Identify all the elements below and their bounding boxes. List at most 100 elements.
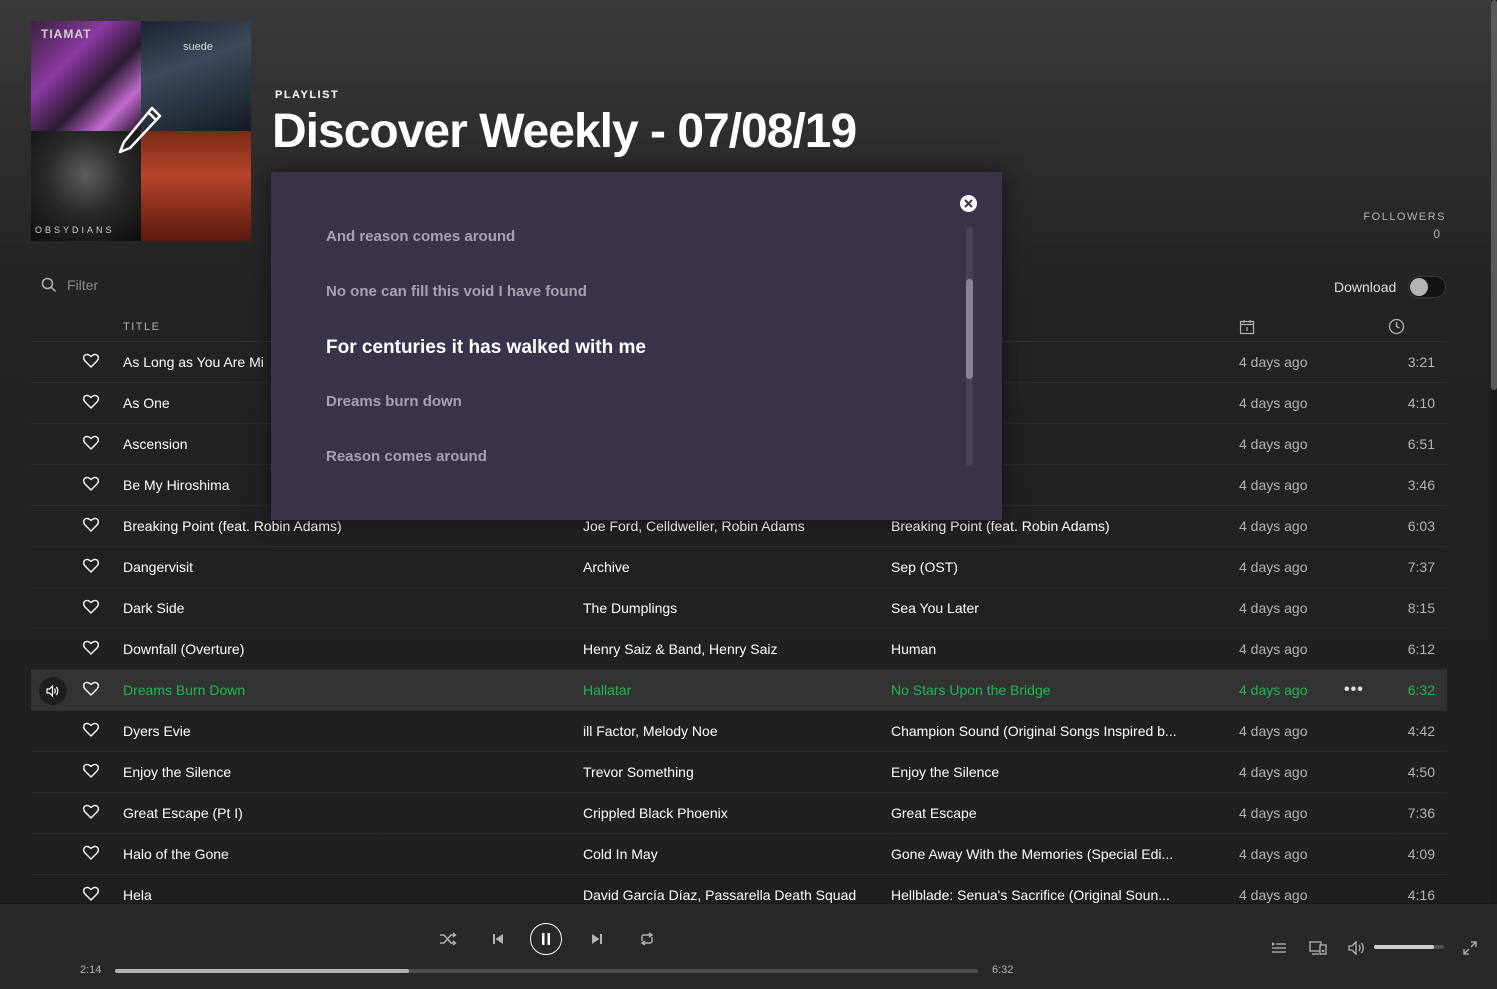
table-row[interactable]: Dyers Evie ill Factor, Melody Noe Champion… <box>31 711 1447 752</box>
lyrics-scrollbar[interactable] <box>966 227 973 466</box>
repeat-button[interactable] <box>636 928 658 950</box>
track-album[interactable]: Sep (OST) <box>891 547 1191 587</box>
more-options-button[interactable]: ••• <box>1344 670 1364 710</box>
close-lyrics-button[interactable] <box>960 195 977 212</box>
table-row[interactable]: Enjoy the Silence Trevor Something Enjoy t… <box>31 752 1447 793</box>
devices-button[interactable] <box>1307 938 1329 958</box>
track-album[interactable]: Gone Away With the Memories (Special Edi… <box>891 834 1191 874</box>
heart-icon[interactable] <box>82 722 100 740</box>
heart-icon[interactable] <box>82 763 100 781</box>
next-icon <box>592 934 602 944</box>
track-album[interactable]: Great Escape <box>891 793 1191 833</box>
track-title[interactable]: Hela <box>123 875 563 903</box>
heart-icon[interactable] <box>82 681 100 699</box>
cover-text-obsydians: OBSYDIANS <box>35 225 115 235</box>
table-row[interactable]: Hela David García Díaz, Passarella Death … <box>31 875 1447 903</box>
track-title[interactable]: Dyers Evie <box>123 711 563 751</box>
track-album[interactable]: Hellblade: Senua's Sacrifice (Original S… <box>891 875 1191 903</box>
track-title[interactable]: Dangervisit <box>123 547 563 587</box>
track-artist[interactable]: David García Díaz, Passarella Death Squa… <box>583 875 873 903</box>
table-row[interactable]: Dangervisit Archive Sep (OST) 4 days ago 7:3… <box>31 547 1447 588</box>
track-artist[interactable]: Archive <box>583 547 873 587</box>
table-row[interactable]: Dark Side The Dumplings Sea You Later 4 day… <box>31 588 1447 629</box>
column-title[interactable]: TITLE <box>123 321 160 333</box>
table-row[interactable]: Downfall (Overture) Henry Saiz & Band, He… <box>31 629 1447 670</box>
heart-icon[interactable] <box>82 435 100 453</box>
track-album[interactable]: No Stars Upon the Bridge <box>891 670 1191 710</box>
page-title: Discover Weekly - 07/08/19 <box>272 105 857 158</box>
clock-icon[interactable] <box>1388 318 1405 335</box>
track-artist[interactable]: Crippled Black Phoenix <box>583 793 873 833</box>
track-album[interactable]: Sea You Later <box>891 588 1191 628</box>
track-album[interactable]: Enjoy the Silence <box>891 752 1191 792</box>
track-duration: 3:21 <box>1407 354 1435 370</box>
repeat-icon <box>640 932 654 946</box>
elapsed-time: 2:14 <box>80 964 102 976</box>
heart-icon[interactable] <box>82 476 100 494</box>
previous-button[interactable] <box>487 928 509 950</box>
track-artist[interactable]: Trevor Something <box>583 752 873 792</box>
cover-text-tiamat: TIAMAT <box>41 27 92 41</box>
track-title[interactable]: Enjoy the Silence <box>123 752 563 792</box>
pencil-icon[interactable] <box>116 104 164 156</box>
track-artist[interactable]: The Dumplings <box>583 588 873 628</box>
track-date-added: 4 days ago <box>1239 846 1308 862</box>
volume-button[interactable] <box>1347 938 1367 958</box>
heart-icon[interactable] <box>82 886 100 903</box>
heart-icon[interactable] <box>82 517 100 535</box>
download-toggle[interactable] <box>1408 276 1447 298</box>
track-artist[interactable]: Henry Saiz & Band, Henry Saiz <box>583 629 873 669</box>
speaker-icon[interactable] <box>39 677 67 705</box>
heart-icon[interactable] <box>82 599 100 617</box>
previous-icon <box>493 934 503 944</box>
main-scrollbar-thumb[interactable] <box>1491 0 1497 390</box>
track-duration: 3:46 <box>1407 477 1435 493</box>
track-album[interactable]: Human <box>891 629 1191 669</box>
lyric-line: Reason comes around <box>326 448 487 465</box>
next-button[interactable] <box>586 928 608 950</box>
followers-count: 0 <box>1433 227 1440 241</box>
heart-icon[interactable] <box>82 558 100 576</box>
devices-icon <box>1309 941 1327 955</box>
table-row[interactable]: Great Escape (Pt I) Crippled Black Phoeni… <box>31 793 1447 834</box>
track-album[interactable]: Champion Sound (Original Songs Inspired … <box>891 711 1191 751</box>
queue-button[interactable] <box>1268 938 1290 958</box>
table-row[interactable]: Halo of the Gone Cold In May Gone Away Wit… <box>31 834 1447 875</box>
pause-icon <box>542 933 550 945</box>
heart-icon[interactable] <box>82 394 100 412</box>
heart-icon[interactable] <box>82 353 100 371</box>
filter-box <box>41 277 267 293</box>
filter-input[interactable] <box>67 277 267 293</box>
progress-bar[interactable] <box>115 969 978 973</box>
track-duration: 8:15 <box>1407 600 1435 616</box>
track-date-added: 4 days ago <box>1239 354 1308 370</box>
heart-icon[interactable] <box>82 804 100 822</box>
fullscreen-icon <box>1463 941 1477 955</box>
player-bar: 2:14 6:32 <box>0 903 1497 989</box>
lyrics-scrollbar-thumb[interactable] <box>966 279 973 379</box>
calendar-icon[interactable] <box>1239 319 1255 335</box>
track-date-added: 4 days ago <box>1239 518 1308 534</box>
lyric-line: And reason comes around <box>326 228 516 245</box>
toggle-knob <box>1410 278 1429 296</box>
track-artist[interactable]: ill Factor, Melody Noe <box>583 711 873 751</box>
pause-button[interactable] <box>530 923 562 955</box>
track-title[interactable]: Dreams Burn Down <box>123 670 563 710</box>
track-artist[interactable]: Cold In May <box>583 834 873 874</box>
shuffle-button[interactable] <box>437 928 459 950</box>
track-duration: 4:09 <box>1407 846 1435 862</box>
track-title[interactable]: Downfall (Overture) <box>123 629 563 669</box>
main-scrollbar[interactable] <box>1491 0 1497 903</box>
track-title[interactable]: Great Escape (Pt I) <box>123 793 563 833</box>
lyric-line: Dreams burn down <box>326 393 462 410</box>
table-row[interactable]: Dreams Burn Down Hallatar No Stars Upon th… <box>31 670 1447 711</box>
track-artist[interactable]: Hallatar <box>583 670 873 710</box>
track-title[interactable]: Dark Side <box>123 588 563 628</box>
track-title[interactable]: Halo of the Gone <box>123 834 563 874</box>
track-duration: 6:12 <box>1407 641 1435 657</box>
volume-slider[interactable] <box>1374 945 1444 949</box>
heart-icon[interactable] <box>82 640 100 658</box>
heart-icon[interactable] <box>82 845 100 863</box>
track-duration: 6:51 <box>1407 436 1435 452</box>
fullscreen-button[interactable] <box>1460 938 1480 958</box>
